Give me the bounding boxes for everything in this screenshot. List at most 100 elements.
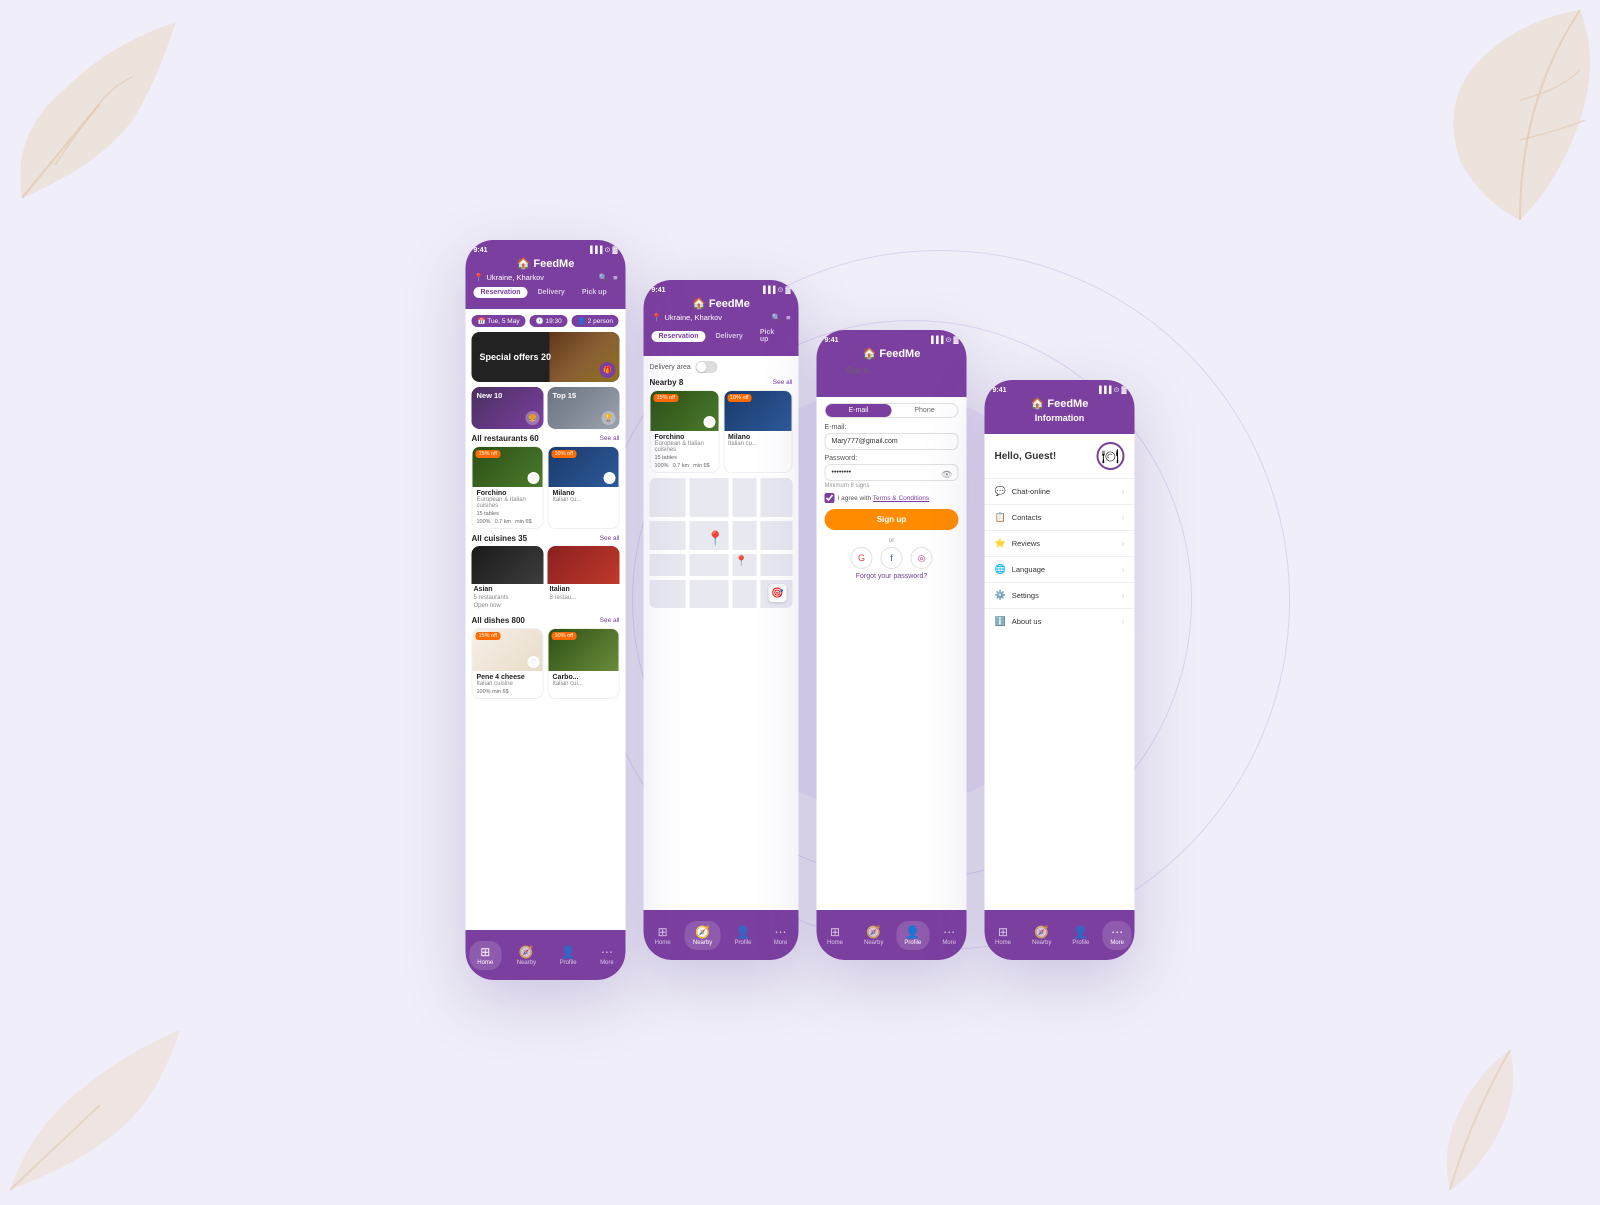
instagram-login-btn[interactable]: ◎: [911, 547, 933, 569]
p2-nav-more[interactable]: ⋯ More: [766, 921, 796, 950]
p2-more-icon: ⋯: [775, 925, 787, 939]
p4-nav-profile-label: Profile: [1072, 940, 1089, 946]
menu-item-language[interactable]: 🌐 Language ›: [985, 556, 1135, 582]
agree-checkbox[interactable]: [825, 493, 835, 503]
p2-filter-icon[interactable]: ≡: [786, 313, 790, 322]
email-toggle-email[interactable]: E-mail: [826, 404, 892, 417]
signin-tab[interactable]: Sign in: [825, 362, 892, 381]
p2-logo-icon: 🏠: [692, 297, 706, 310]
nav-nearby[interactable]: 🧭 Nearby: [509, 941, 544, 970]
p3-nav-home[interactable]: ⊞ Home: [819, 921, 851, 950]
p4-nav-nearby[interactable]: 🧭 Nearby: [1024, 921, 1059, 950]
menu-item-chat-left: 💬 Chat-online: [995, 486, 1051, 497]
nav-more-label: More: [600, 960, 614, 966]
mini-card-new[interactable]: New 10 🍔: [472, 387, 544, 429]
p3-nav-profile[interactable]: 👤 Profile: [896, 921, 929, 950]
dishes-see-all[interactable]: See all: [600, 617, 620, 624]
p2-restaurant-card-2[interactable]: 10% off Milano Italian cu...: [723, 390, 793, 473]
special-offers-banner[interactable]: Special offers 20 🎁: [472, 332, 620, 382]
map-location-btn[interactable]: 🎯: [769, 584, 787, 602]
p4-logo-icon: 🏠: [1031, 397, 1045, 410]
heart-btn-1[interactable]: ♡: [528, 472, 540, 484]
filter-persons[interactable]: 👤 2 person: [572, 315, 619, 327]
p4-nav-profile[interactable]: 👤 Profile: [1064, 921, 1097, 950]
phone3-body: E-mail Phone E-mail: Password: 👁 Minimum…: [817, 397, 967, 912]
heart-btn-2[interactable]: ♡: [604, 472, 616, 484]
p2-heart-1[interactable]: ♡: [703, 416, 715, 428]
p4-nav-more[interactable]: ⋯ More: [1102, 921, 1132, 950]
dish-card-2[interactable]: 10% off Carbo... Italian cui...: [548, 628, 620, 699]
p3-nav-more[interactable]: ⋯ More: [934, 921, 964, 950]
password-eye-icon[interactable]: 👁: [941, 470, 952, 481]
mini-card-top[interactable]: Top 15 🏆: [548, 387, 620, 429]
nav-home-label: Home: [477, 960, 493, 966]
p2-restaurant-info-2: Milano Italian cu...: [724, 431, 792, 450]
nav-profile[interactable]: 👤 Profile: [552, 941, 585, 970]
menu-item-about-left: ℹ️ About us: [995, 616, 1042, 627]
phone-3-signup: 9:41 ▐▐▐ ⊙ ▓ 🏠 FeedMe Sign in Sign up E-…: [817, 330, 967, 960]
tab-delivery[interactable]: Delivery: [531, 287, 572, 298]
signup-tab[interactable]: Sign up: [892, 362, 959, 381]
nav-home[interactable]: ⊞ Home: [469, 941, 501, 970]
p2-tab-reservation[interactable]: Reservation: [652, 331, 706, 342]
cuisines-see-all[interactable]: See all: [600, 535, 620, 542]
p3-nav-nearby[interactable]: 🧭 Nearby: [856, 921, 891, 950]
google-login-btn[interactable]: G: [851, 547, 873, 569]
terms-link[interactable]: Terms & Conditions: [873, 495, 929, 502]
p2-restaurant-cuisine-2: Italian cu...: [728, 441, 788, 447]
p3-nav-home-label: Home: [827, 940, 843, 946]
delivery-toggle[interactable]: [696, 361, 718, 373]
about-chevron-icon: ›: [1122, 617, 1125, 626]
restaurant-card-2[interactable]: 10% off ♡ Milano Italian cu...: [548, 446, 620, 529]
filter-date[interactable]: 📅 Tue, 5 May: [472, 315, 526, 327]
restaurants-see-all[interactable]: See all: [600, 435, 620, 442]
phone2-location-bar: 📍 Ukraine, Kharkov 🔍 ≡: [652, 313, 791, 322]
p2-nav-profile[interactable]: 👤 Profile: [726, 921, 759, 950]
p2-wifi-icon: ⊙: [778, 286, 784, 294]
cuisine-card-2[interactable]: Italian 8 restau...: [548, 546, 620, 611]
nav-more[interactable]: ⋯ More: [592, 941, 622, 970]
menu-item-settings[interactable]: ⚙️ Settings ›: [985, 582, 1135, 608]
restaurant-name-2: Milano: [553, 490, 615, 497]
map-controls: 🎯: [769, 584, 787, 602]
p2-search-icon[interactable]: 🔍: [772, 313, 781, 322]
map-area[interactable]: 📍 📍 🎯: [650, 478, 793, 608]
filter-icon[interactable]: ≡: [613, 273, 617, 282]
menu-item-contacts-left: 📋 Contacts: [995, 512, 1042, 523]
restaurant-card-1[interactable]: 15% off ♡ Forchino European & Italian cu…: [472, 446, 544, 529]
tables-1: 15 tables: [477, 511, 499, 517]
facebook-login-btn[interactable]: f: [881, 547, 903, 569]
map-road-v2: [728, 478, 732, 608]
p2-tab-delivery[interactable]: Delivery: [709, 331, 750, 342]
nearby-nav-icon: 🧭: [519, 945, 534, 959]
dish-card-1[interactable]: 15% off ♡ Pene 4 cheese Italian cuisine …: [472, 628, 544, 699]
phone1-app-logo: 🏠 FeedMe: [474, 257, 618, 270]
cuisine-sub-1: 5 restaurants: [472, 595, 544, 603]
p2-restaurant-ratings: 100% 0.7 km min 6$: [655, 463, 715, 469]
p2-see-all[interactable]: See all: [773, 379, 793, 386]
info-menu-list: 💬 Chat-online › 📋 Contacts › ⭐ Reviews: [985, 478, 1135, 634]
email-toggle-phone[interactable]: Phone: [892, 404, 958, 417]
phones-container: 9:41 ▐▐▐ ⊙ ▓ 🏠 FeedMe 📍 Ukraine, Kharkov…: [466, 240, 1135, 960]
tab-reservation[interactable]: Reservation: [474, 287, 528, 298]
email-input[interactable]: [825, 433, 959, 450]
menu-item-contacts[interactable]: 📋 Contacts ›: [985, 504, 1135, 530]
search-icon[interactable]: 🔍: [599, 273, 608, 282]
p2-tab-pickup[interactable]: Pick up: [753, 327, 791, 345]
p3-nav-more-label: More: [942, 940, 956, 946]
phone3-status-icons: ▐▐▐ ⊙ ▓: [929, 336, 959, 344]
cuisine-card-1[interactable]: Asian 5 restaurants Open now: [472, 546, 544, 611]
signup-button[interactable]: Sign up: [825, 509, 959, 530]
dish-heart-1[interactable]: ♡: [528, 656, 540, 668]
menu-item-reviews[interactable]: ⭐ Reviews ›: [985, 530, 1135, 556]
p2-nav-nearby[interactable]: 🧭 Nearby: [685, 921, 720, 950]
forgot-password-link[interactable]: Forgot your password?: [825, 573, 959, 580]
p2-nav-home[interactable]: ⊞ Home: [647, 921, 679, 950]
tab-pickup[interactable]: Pick up: [575, 287, 614, 298]
p2-restaurant-card-1[interactable]: 15% off ♡ Forchino European & Italian cu…: [650, 390, 720, 473]
filter-time[interactable]: 🕐 19:30: [530, 315, 568, 327]
password-input[interactable]: [825, 464, 959, 481]
menu-item-chat[interactable]: 💬 Chat-online ›: [985, 478, 1135, 504]
p4-nav-home[interactable]: ⊞ Home: [987, 921, 1019, 950]
menu-item-about[interactable]: ℹ️ About us ›: [985, 608, 1135, 634]
